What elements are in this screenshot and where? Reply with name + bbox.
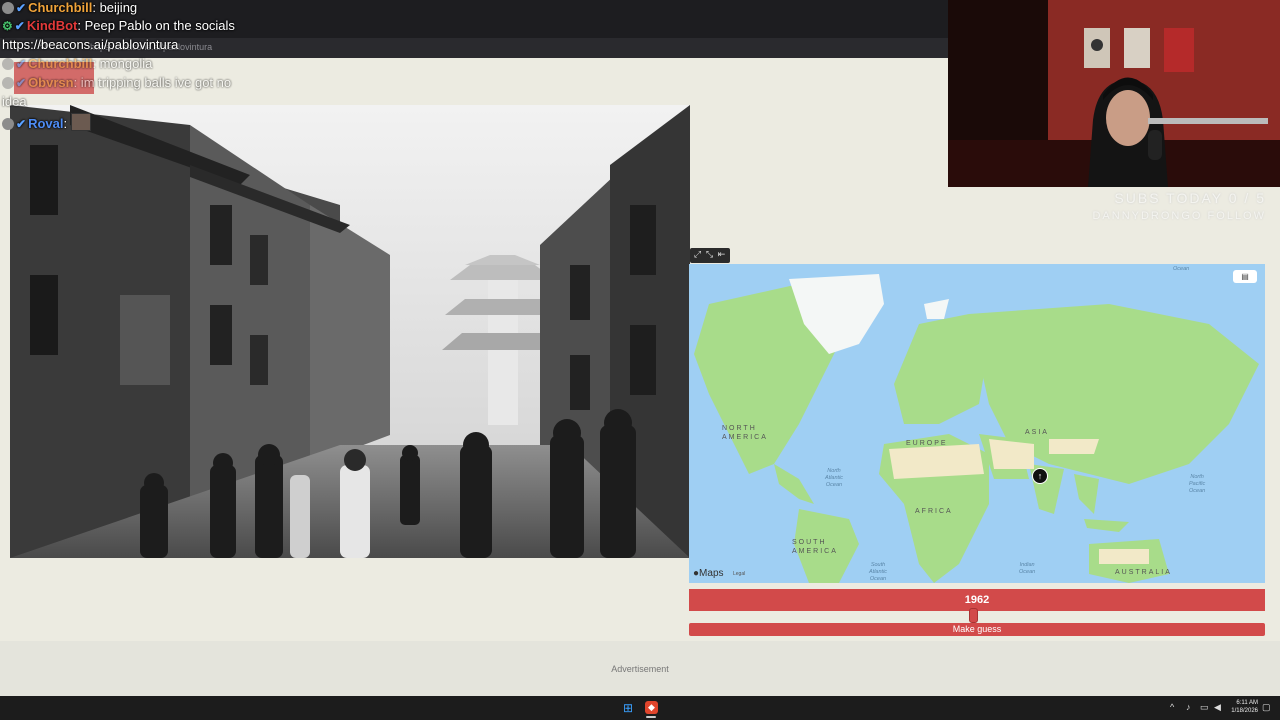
clock-time: 6:11 AM <box>1236 700 1258 706</box>
ocean-label-north-atlantic: North Atlantic Ocean <box>825 468 844 488</box>
clock-date: 1/18/2026 <box>1231 708 1258 714</box>
map-label-asia: ASIA <box>1025 429 1049 436</box>
chat-username: Obvrsn <box>28 75 74 90</box>
chat-text: : beijing <box>92 0 138 15</box>
chat-message: ⚙ ✔ KindBot: Peep Pablo on the socials <box>2 18 235 34</box>
year-slider-handle[interactable] <box>969 608 978 623</box>
chevron-up-icon[interactable]: ^ <box>1170 700 1174 714</box>
windows-start-icon[interactable]: ⊞ <box>623 702 635 714</box>
chat-username: Churchbill <box>28 56 93 71</box>
shrink-icon[interactable]: ⤡ <box>704 249 715 260</box>
maps-logo: ●Maps <box>693 568 724 579</box>
year-display: 1962 <box>689 589 1265 611</box>
ocean-label-indian: Indian Ocean <box>1019 562 1036 575</box>
avatar <box>2 77 14 89</box>
map-tools: ⤢ ⤡ ⇤ <box>690 248 730 263</box>
chat-text: https://beacons.ai/pablovintura <box>2 37 179 52</box>
expand-icon[interactable]: ⤢ <box>692 249 703 260</box>
bot-badge-icon: ⚙ <box>2 19 13 33</box>
chat-message: ✔ Roval: <box>2 113 91 132</box>
emote-icon <box>70 113 91 131</box>
chat-text: idea <box>2 94 27 109</box>
clock[interactable]: 6:11 AM 1/18/2026 <box>1228 699 1258 715</box>
guess-map[interactable]: NORTH AMERICA EUROPE ASIA AFRICA SOUTH A… <box>689 264 1265 583</box>
verified-badge-icon: ✔ <box>14 19 25 33</box>
historical-photo <box>10 105 690 558</box>
avatar <box>2 2 14 14</box>
verified-badge-icon: ✔ <box>16 76 27 90</box>
chat-message: https://beacons.ai/pablovintura <box>2 37 178 53</box>
ocean-label-south-atlantic: South Atlantic Ocean <box>869 562 888 582</box>
volume-icon[interactable]: ◀ <box>1214 700 1221 714</box>
taskbar <box>0 696 1280 720</box>
maps-brand: Maps <box>699 568 724 579</box>
map-label-europe: EUROPE <box>906 440 948 447</box>
verified-badge-icon: ✔ <box>16 117 27 131</box>
active-app-indicator <box>646 716 656 718</box>
chat-message: ✔ Obvrsn: im tripping balls ive got no <box>2 75 231 91</box>
advertisement-label: Advertisement <box>611 664 669 674</box>
ocean-label-arctic: Ocean <box>1173 266 1190 272</box>
chat-username: Roval <box>28 116 64 131</box>
pin-icon[interactable]: ↑ <box>1032 468 1048 484</box>
avatar <box>2 118 14 130</box>
map-label-australia: AUSTRALIA <box>1115 569 1172 576</box>
pin-toggle-icon[interactable]: ⇤ <box>716 249 727 260</box>
chat-message: ✔ Churchbill: beijing <box>2 0 137 16</box>
chat-text: : im tripping balls ive got no <box>73 75 232 90</box>
map-label-africa: AFRICA <box>915 508 953 515</box>
chat-text: : mongolia <box>92 56 153 71</box>
avatar <box>2 58 14 70</box>
network-icon[interactable]: ▭ <box>1200 700 1209 714</box>
ocean-label-north-pacific: North Pacific Ocean <box>1189 474 1206 494</box>
map-type-toggle-icon[interactable]: ▤ <box>1233 270 1257 283</box>
verified-badge-icon: ✔ <box>16 57 27 71</box>
map-label-north-america: NORTH AMERICA <box>722 425 768 441</box>
map-label-south-america: SOUTH AMERICA <box>792 539 838 555</box>
chat-text: : <box>63 116 68 131</box>
chat-username: KindBot <box>26 18 78 33</box>
chat-text: : Peep Pablo on the socials <box>77 18 235 33</box>
microphone-icon[interactable]: ♪ <box>1186 700 1191 714</box>
chat-username: Churchbill <box>28 0 93 15</box>
chat-message: idea <box>2 94 27 110</box>
verified-badge-icon: ✔ <box>16 1 27 15</box>
webcam-feed <box>948 0 1280 187</box>
latest-follow-text: DANNYDRONGO FOLLOW <box>1092 210 1266 222</box>
subs-goal-text: SUBS TODAY 0 / 5 <box>1114 190 1266 206</box>
notifications-icon[interactable]: ▢ <box>1262 700 1271 714</box>
brave-browser-icon[interactable]: ◆ <box>645 701 658 714</box>
chat-message: ✔ Churchbill: mongolia <box>2 56 152 72</box>
make-guess-button[interactable]: Make guess <box>689 623 1265 636</box>
map-legal-link[interactable]: Legal <box>733 571 745 577</box>
